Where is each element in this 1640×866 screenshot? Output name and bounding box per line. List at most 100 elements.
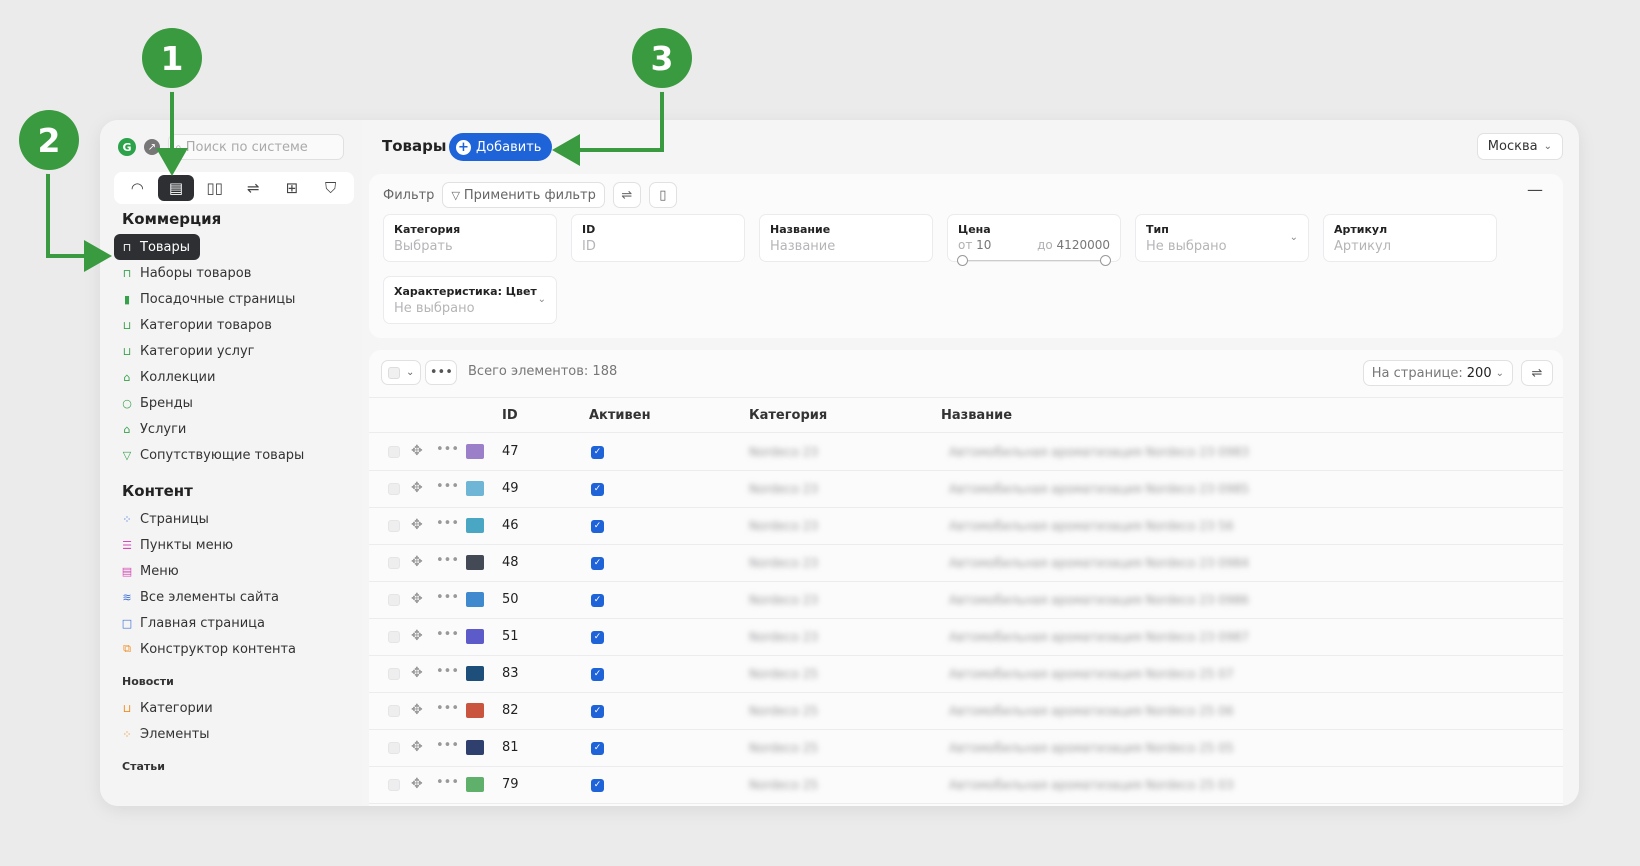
color-filter[interactable]: Характеристика: Цвет Не выбрано ⌄ [383,276,557,324]
row-actions-icon[interactable]: ••• [436,701,459,716]
active-checkbox[interactable]: ✓ [591,705,604,718]
table-row[interactable]: ✥ ••• 79 ✓ Nordeco 25 Автомобильная ароматиза… [369,767,1563,804]
apply-filter-button[interactable]: ▽ Применить фильтр [442,182,605,208]
row-checkbox[interactable] [388,705,400,717]
sidebar-item[interactable]: ≋ Все элементы сайта [114,584,289,610]
active-checkbox[interactable]: ✓ [591,742,604,755]
type-filter[interactable]: Тип Не выбрано ⌄ [1135,214,1309,262]
column-header-category[interactable]: Категория [749,408,827,423]
column-header-name[interactable]: Название [941,408,1012,423]
dashboard-icon[interactable]: ◠ [119,175,155,201]
external-link-icon[interactable]: ↗ [144,139,160,155]
drag-handle-icon[interactable]: ✥ [411,776,423,792]
table-row[interactable]: ✥ ••• 50 ✓ Nordeco 23 Автомобильная ароматиза… [369,582,1563,619]
price-max-handle[interactable] [1100,255,1111,266]
row-actions-icon[interactable]: ••• [436,738,459,753]
table-row[interactable]: ✥ ••• 48 ✓ Nordeco 23 Автомобильная ароматиза… [369,545,1563,582]
row-actions-icon[interactable]: ••• [436,479,459,494]
sidebar-item[interactable]: ▽ Сопутствующие товары [114,442,314,468]
filter-settings-button[interactable]: ⇌ [612,182,641,208]
commerce-module-icon[interactable]: ▤ [157,175,194,201]
article-filter[interactable]: Артикул Артикул [1323,214,1497,262]
sidebar-item[interactable]: ⌂ Коллекции [114,364,225,390]
table-row[interactable]: ✥ ••• 82 ✓ Nordeco 25 Автомобильная ароматиза… [369,693,1563,730]
table-row[interactable]: ✥ ••• 81 ✓ Nordeco 25 Автомобильная ароматиза… [369,730,1563,767]
column-header-active[interactable]: Активен [589,408,651,423]
column-header-id[interactable]: ID [502,408,518,423]
row-checkbox[interactable] [388,520,400,532]
row-checkbox[interactable] [388,668,400,680]
row-actions-icon[interactable]: ••• [436,553,459,568]
row-actions-icon[interactable]: ••• [436,442,459,457]
active-checkbox[interactable]: ✓ [591,520,604,533]
table-row[interactable]: ✥ ••• 46 ✓ Nordeco 23 Автомобильная ароматиза… [369,508,1563,545]
row-checkbox[interactable] [388,631,400,643]
drag-handle-icon[interactable]: ✥ [411,739,423,755]
table-row[interactable]: ✥ ••• 47 ✓ Nordeco 23 Автомобильная ароматиза… [369,434,1563,471]
sidebar-item[interactable]: ⊓ Наборы товаров [114,260,261,286]
row-actions-icon[interactable]: ••• [436,516,459,531]
price-min-handle[interactable] [957,255,968,266]
price-from-input[interactable]: от 10 [958,238,991,252]
active-checkbox[interactable]: ✓ [591,446,604,459]
per-page-select[interactable]: На странице: 200 ⌄ [1362,360,1513,386]
sidebar-item[interactable]: ⌂ Услуги [114,416,196,442]
name-filter[interactable]: Название Название [759,214,933,262]
plus-square-icon[interactable]: ⊞ [274,175,310,201]
sidebar-item[interactable]: ▤ Меню [114,558,189,584]
sidebar-item[interactable]: ⊔ Категории товаров [114,312,282,338]
row-actions-icon[interactable]: ••• [436,775,459,790]
row-actions-icon[interactable]: ••• [436,664,459,679]
price-slider[interactable] [957,255,1111,266]
row-checkbox[interactable] [388,742,400,754]
row-checkbox[interactable] [388,446,400,458]
brush-icon[interactable]: ⛉ [313,175,349,201]
bulk-actions-button[interactable]: ••• [425,360,458,385]
collapse-icon[interactable]: — [1527,180,1543,199]
sidebar-item[interactable]: ⊔ Категории услуг [114,338,265,364]
active-checkbox[interactable]: ✓ [591,668,604,681]
drag-handle-icon[interactable]: ✥ [411,628,423,644]
app-logo[interactable]: G [118,138,136,156]
sidebar-item[interactable]: ▮ Посадочные страницы [114,286,305,312]
drag-handle-icon[interactable]: ✥ [411,702,423,718]
row-actions-icon[interactable]: ••• [436,590,459,605]
sidebar-item[interactable]: ⁘ Элементы [114,721,220,747]
row-actions-icon[interactable]: ••• [436,627,459,642]
category-filter[interactable]: Категория Выбрать [383,214,557,262]
select-all-dropdown[interactable]: ⌄ [381,360,422,385]
drag-handle-icon[interactable]: ✥ [411,591,423,607]
table-row[interactable]: ✥ ••• 83 ✓ Nordeco 25 Автомобильная ароматиза… [369,656,1563,693]
drag-handle-icon[interactable]: ✥ [411,517,423,533]
drag-handle-icon[interactable]: ✥ [411,665,423,681]
drag-handle-icon[interactable]: ✥ [411,554,423,570]
active-checkbox[interactable]: ✓ [591,483,604,496]
sidebar-item[interactable]: ⊓ Товары [114,234,201,260]
sidebar-item[interactable]: ☰ Пункты меню [114,532,243,558]
active-checkbox[interactable]: ✓ [591,779,604,792]
active-checkbox[interactable]: ✓ [591,631,604,644]
row-checkbox[interactable] [388,483,400,495]
filter-save-button[interactable]: ▯ [648,182,677,208]
sliders-icon[interactable]: ⇌ [235,175,271,201]
sidebar-item[interactable]: ⧉ Конструктор контента [114,636,306,662]
price-to-input[interactable]: до 4120000 [1037,238,1110,252]
row-checkbox[interactable] [388,557,400,569]
column-settings-button[interactable]: ⇌ [1521,360,1553,386]
search-input[interactable]: ⌕ Поиск по системе [168,134,344,160]
drag-handle-icon[interactable]: ✥ [411,480,423,496]
add-button[interactable]: + Добавить [449,133,553,161]
select-all-checkbox[interactable] [388,366,400,379]
book-icon[interactable]: ▯▯ [197,175,233,201]
id-filter[interactable]: ID ID [571,214,745,262]
sidebar-item[interactable]: ○ Бренды [114,390,203,416]
sidebar-item[interactable]: ⊔ Категории [114,695,223,721]
city-select[interactable]: Москва ⌄ [1476,133,1563,160]
table-row[interactable]: ✥ ••• 51 ✓ Nordeco 23 Автомобильная ароматиза… [369,619,1563,656]
row-checkbox[interactable] [388,594,400,606]
row-checkbox[interactable] [388,779,400,791]
drag-handle-icon[interactable]: ✥ [411,443,423,459]
active-checkbox[interactable]: ✓ [591,557,604,570]
active-checkbox[interactable]: ✓ [591,594,604,607]
table-row[interactable]: ✥ ••• 49 ✓ Nordeco 23 Автомобильная ароматиза… [369,471,1563,508]
